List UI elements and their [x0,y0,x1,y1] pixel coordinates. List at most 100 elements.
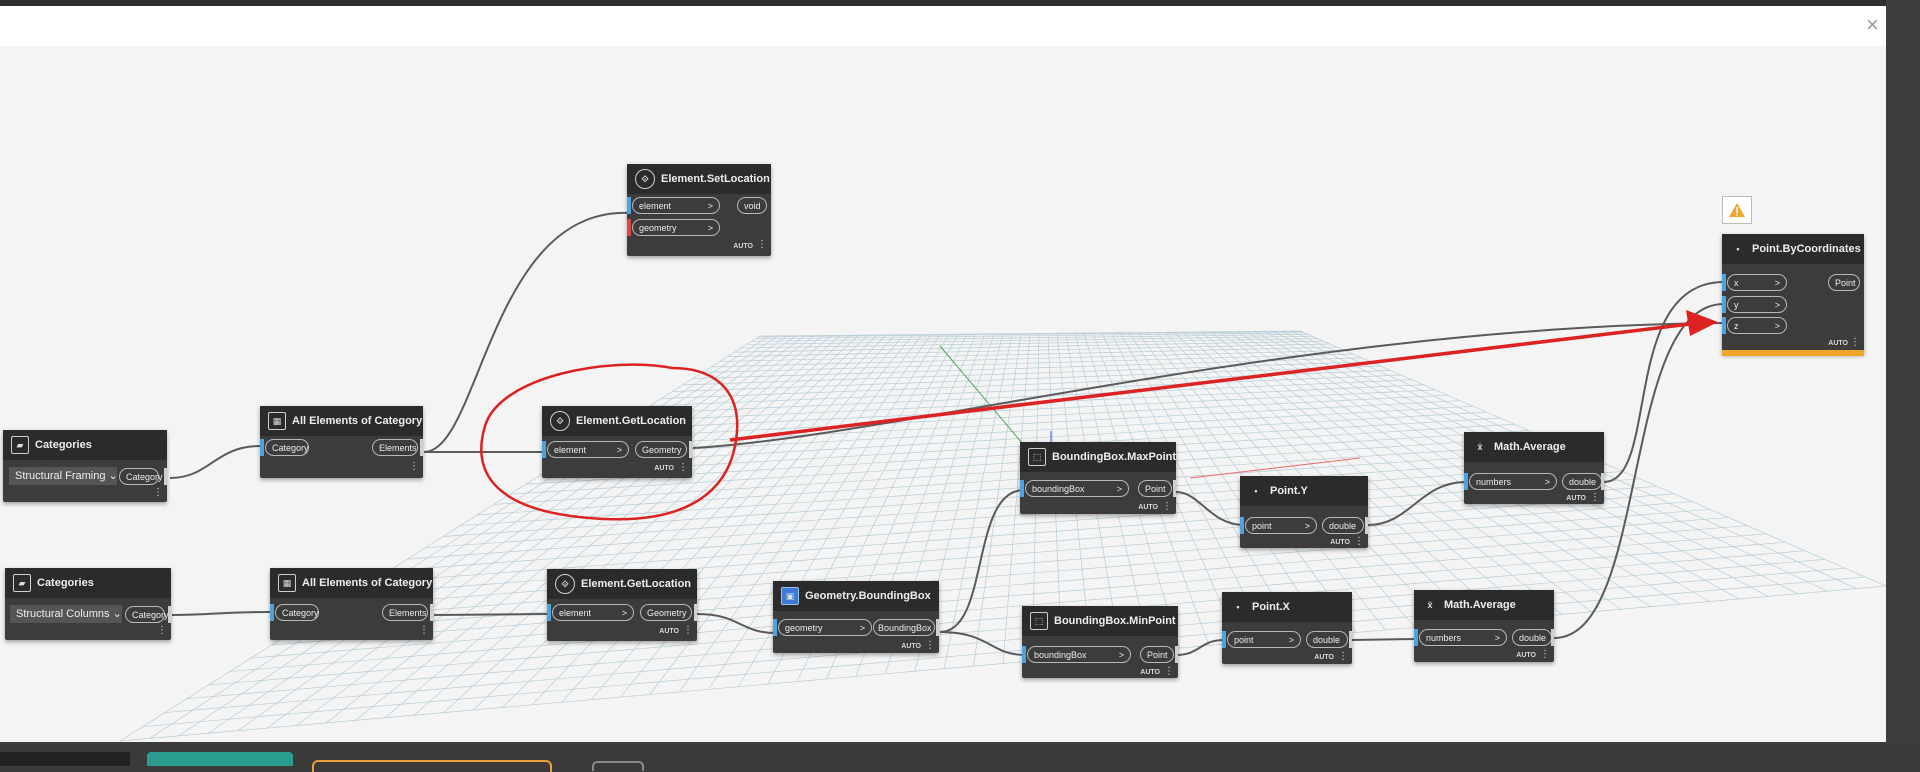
output-port-category[interactable]: Category [119,468,163,485]
output-port-double[interactable]: double [1512,629,1552,646]
output-port-elements[interactable]: Elements [372,439,418,456]
input-port-category[interactable]: Category [265,439,309,456]
input-connector[interactable] [1240,517,1244,534]
lacing-auto-label[interactable]: AUTO [1566,495,1586,502]
node-menu-icon[interactable]: ⋮ [683,626,693,636]
output-connector[interactable] [1173,480,1176,497]
node-element-get-location[interactable]: ⟐ Element.GetLocation element > Geometry A… [542,406,692,478]
input-port-element[interactable]: element > [552,604,634,621]
input-port-y[interactable]: y > [1727,296,1787,313]
input-port-category[interactable]: Category [275,604,319,621]
input-connector[interactable] [1464,473,1468,490]
input-connector[interactable] [542,441,546,458]
input-port-element[interactable]: element > [632,197,720,214]
node-menu-icon[interactable]: ⋮ [1850,338,1860,348]
bottom-run-button[interactable] [147,752,293,766]
output-connector[interactable] [430,604,433,621]
output-connector[interactable] [420,439,423,456]
node-menu-icon[interactable]: ⋮ [153,488,163,498]
node-point-x[interactable]: • Point.X point > double AUTO ⋮ [1222,592,1352,664]
lacing-auto-label[interactable]: AUTO [1516,652,1536,659]
node-element-get-location[interactable]: ⟐ Element.GetLocation element > Geometry A… [547,569,697,641]
input-port-geometry[interactable]: geometry > [778,619,872,636]
lacing-auto-label[interactable]: AUTO [659,628,679,635]
input-port-numbers[interactable]: numbers > [1469,473,1557,490]
input-connector[interactable] [270,604,274,621]
input-port-bounding-box[interactable]: boundingBox > [1025,480,1129,497]
output-port-void[interactable]: void [737,197,767,214]
input-connector[interactable] [260,439,264,456]
node-menu-icon[interactable]: ⋮ [409,462,419,472]
input-connector[interactable] [627,197,631,214]
node-menu-icon[interactable]: ⋮ [678,463,688,473]
output-port-geometry[interactable]: Geometry [640,604,692,621]
bottom-small-button[interactable] [592,761,644,771]
input-port-geometry[interactable]: geometry > [632,219,720,236]
output-port-point[interactable]: Point [1140,646,1174,663]
input-connector-unconnected[interactable] [627,219,631,236]
category-dropdown[interactable]: Structural Framing ⌄ [9,467,118,485]
lacing-auto-label[interactable]: AUTO [1138,504,1158,511]
lacing-auto-label[interactable]: AUTO [1330,539,1350,546]
output-port-double[interactable]: double [1306,631,1348,648]
node-geometry-bounding-box[interactable]: ▣ Geometry.BoundingBox geometry > Bounding… [773,581,939,653]
input-connector[interactable] [1722,296,1726,313]
bottom-status-panel[interactable] [312,760,552,772]
category-dropdown[interactable]: Structural Columns ⌄ [10,605,122,623]
output-port-category[interactable]: Category [125,606,169,623]
node-bounding-box-min-point[interactable]: ⬚ BoundingBox.MinPoint boundingBox > Point… [1022,606,1178,678]
node-math-average[interactable]: x̄ Math.Average numbers > double AUTO ⋮ [1414,590,1554,662]
node-menu-icon[interactable]: ⋮ [925,641,935,651]
node-bounding-box-max-point[interactable]: ⬚ BoundingBox.MaxPoint boundingBox > Point… [1020,442,1176,514]
node-menu-icon[interactable]: ⋮ [1354,537,1364,547]
node-categories-columns[interactable]: ▰ Categories Structural Columns ⌄ Categor… [5,568,171,640]
lacing-auto-label[interactable]: AUTO [1140,669,1160,676]
node-menu-icon[interactable]: ⋮ [1162,502,1172,512]
output-port-point[interactable]: Point [1828,274,1860,291]
input-connector[interactable] [1414,629,1418,646]
node-math-average[interactable]: x̄ Math.Average numbers > double AUTO ⋮ [1464,432,1604,504]
input-port-bounding-box[interactable]: boundingBox > [1027,646,1131,663]
input-port-x[interactable]: x > [1727,274,1787,291]
lacing-auto-label[interactable]: AUTO [654,465,674,472]
output-port-geometry[interactable]: Geometry [635,441,687,458]
output-connector[interactable] [936,619,939,636]
output-connector[interactable] [168,606,171,623]
input-connector[interactable] [1722,274,1726,291]
node-all-elements-of-category[interactable]: ▦ All Elements of Category Category Eleme… [260,406,423,478]
output-connector[interactable] [694,604,697,621]
output-connector[interactable] [164,468,167,485]
input-connector[interactable] [547,604,551,621]
input-connector[interactable] [1222,631,1226,648]
node-menu-icon[interactable]: ⋮ [1338,652,1348,662]
output-connector[interactable] [1365,517,1368,534]
node-menu-icon[interactable]: ⋮ [1164,667,1174,677]
output-port-point[interactable]: Point [1138,480,1172,497]
output-port-bounding-box[interactable]: BoundingBox [873,619,935,636]
node-menu-icon[interactable]: ⋮ [757,240,767,250]
input-connector[interactable] [1022,646,1026,663]
output-port-elements[interactable]: Elements [382,604,428,621]
output-connector[interactable] [1551,629,1554,646]
node-menu-icon[interactable]: ⋮ [1590,493,1600,503]
graph-canvas[interactable]: ▰ Categories Structural Framing ⌄ Categor… [0,6,1886,742]
input-port-z[interactable]: z > [1727,317,1787,334]
node-point-y[interactable]: • Point.Y point > double AUTO ⋮ [1240,476,1368,548]
input-port-numbers[interactable]: numbers > [1419,629,1507,646]
output-port-double[interactable]: double [1322,517,1364,534]
warning-bubble[interactable] [1722,196,1752,224]
output-connector[interactable] [1349,631,1352,648]
lacing-auto-label[interactable]: AUTO [1828,340,1848,347]
input-port-point[interactable]: point > [1245,517,1317,534]
node-point-by-coordinates[interactable]: • Point.ByCoordinates x > y > z > Point AUTO… [1722,234,1864,356]
input-connector[interactable] [1722,317,1726,334]
input-port-point[interactable]: point > [1227,631,1301,648]
output-port-double[interactable]: double [1562,473,1602,490]
close-icon[interactable]: × [1866,14,1879,36]
bottom-dark-tab[interactable] [0,752,130,766]
input-connector[interactable] [773,619,777,636]
node-menu-icon[interactable]: ⋮ [1540,650,1550,660]
input-port-element[interactable]: element > [547,441,629,458]
output-connector[interactable] [1601,473,1604,490]
input-connector[interactable] [1020,480,1024,497]
